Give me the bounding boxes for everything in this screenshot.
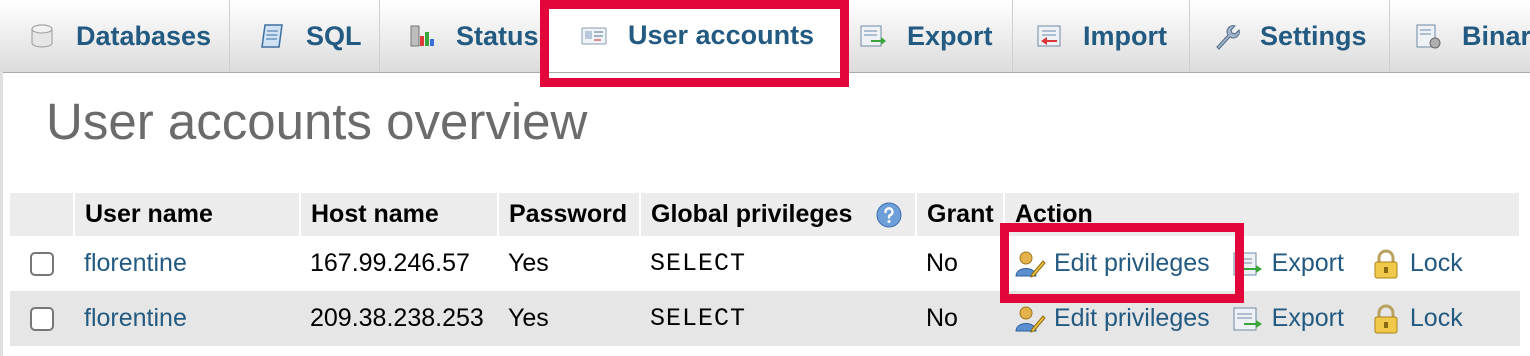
wrench-icon <box>1216 25 1240 50</box>
page-title: User accounts overview <box>46 93 588 150</box>
export-icon <box>1233 307 1262 330</box>
lock-label: Lock <box>1409 304 1463 332</box>
export-label: Export <box>1271 304 1344 332</box>
tab-sql[interactable]: SQL <box>230 0 380 72</box>
tab-import[interactable]: Import <box>1013 0 1190 72</box>
global-privileges-cell: SELECT <box>640 236 916 291</box>
sql-scroll-icon <box>261 24 283 48</box>
password-header: Password <box>498 193 641 236</box>
table-row: florentine 167.99.246.57 Yes SELECT No E… <box>10 236 1520 291</box>
row-checkbox[interactable] <box>30 307 54 332</box>
user-name-link[interactable]: florentine <box>84 304 187 332</box>
tab-label: Settings <box>1260 20 1367 51</box>
tab-label: Databases <box>76 20 212 51</box>
content-border <box>0 72 3 356</box>
lock-icon <box>1374 249 1398 278</box>
action-links: Edit privileges Export Lock <box>1014 303 1520 335</box>
tab-label: Export <box>907 20 993 51</box>
tab-label: Import <box>1083 20 1167 51</box>
password-cell: Yes <box>498 236 640 291</box>
user-card-icon <box>581 27 607 44</box>
action-header: Action <box>1004 193 1521 236</box>
table-row: florentine 209.38.238.253 Yes SELECT No … <box>10 291 1520 346</box>
tab-label: SQL <box>306 20 362 51</box>
row-checkbox[interactable] <box>30 252 54 277</box>
host-name-cell: 209.38.238.253 <box>300 291 498 346</box>
help-icon[interactable] <box>875 201 903 229</box>
host-name-cell: 167.99.246.57 <box>300 236 498 291</box>
edit-privileges-link[interactable]: Edit privileges <box>1014 303 1210 335</box>
status-chart-icon <box>410 25 434 47</box>
edit-user-icon <box>1015 251 1046 278</box>
action-cell: Edit privileges Export Lock <box>1004 236 1520 291</box>
lock-label: Lock <box>1409 249 1463 277</box>
export-label: Export <box>1271 249 1344 277</box>
database-icon <box>31 24 53 48</box>
action-cell: Edit privileges Export Lock <box>1004 291 1520 346</box>
action-links: Edit privileges Export Lock <box>1014 248 1520 280</box>
top-menu-tabs: Databases SQL Status User accounts Expor… <box>0 0 1530 73</box>
grant-cell: No <box>916 291 1004 346</box>
binary-log-icon <box>1416 24 1441 49</box>
user-accounts-table: User name Host name Password Global priv… <box>10 193 1521 346</box>
edit-privileges-link[interactable]: Edit privileges <box>1014 248 1210 280</box>
tab-settings[interactable]: Settings <box>1190 0 1390 72</box>
user-name-link[interactable]: florentine <box>84 249 187 277</box>
export-link[interactable]: Export <box>1232 248 1344 280</box>
select-column-header <box>10 193 75 236</box>
grant-cell: No <box>916 236 1004 291</box>
tab-label: Status <box>456 20 539 51</box>
tab-export[interactable]: Export <box>845 0 1013 72</box>
user-name-cell: florentine <box>74 291 300 346</box>
user-name-header[interactable]: User name <box>74 193 301 236</box>
lock-link[interactable]: Lock <box>1370 303 1463 335</box>
global-privileges-label: Global privileges <box>651 199 853 228</box>
global-privileges-cell: SELECT <box>640 291 916 346</box>
edit-privileges-label: Edit privileges <box>1054 304 1210 332</box>
tab-user-accounts[interactable]: User accounts <box>545 0 845 72</box>
tab-databases[interactable]: Databases <box>0 0 230 72</box>
row-checkbox-cell <box>10 291 74 346</box>
export-icon <box>1233 252 1262 275</box>
tab-label: User accounts <box>628 20 815 50</box>
tab-binary-log[interactable]: Binar <box>1390 0 1530 72</box>
user-name-cell: florentine <box>74 236 300 291</box>
grant-header: Grant <box>916 193 1005 236</box>
edit-privileges-label: Edit privileges <box>1054 249 1210 277</box>
lock-link[interactable]: Lock <box>1370 248 1463 280</box>
global-privileges-header: Global privileges <box>640 193 917 236</box>
export-link[interactable]: Export <box>1232 303 1344 335</box>
export-icon <box>860 25 886 47</box>
edit-user-icon <box>1015 306 1046 333</box>
table-header-row: User name Host name Password Global priv… <box>10 193 1521 236</box>
host-name-header[interactable]: Host name <box>300 193 499 236</box>
row-checkbox-cell <box>10 236 74 291</box>
lock-icon <box>1374 304 1398 333</box>
tab-status[interactable]: Status <box>380 0 545 72</box>
password-cell: Yes <box>498 291 640 346</box>
import-icon <box>1037 25 1061 47</box>
tab-label: Binar <box>1462 20 1530 51</box>
